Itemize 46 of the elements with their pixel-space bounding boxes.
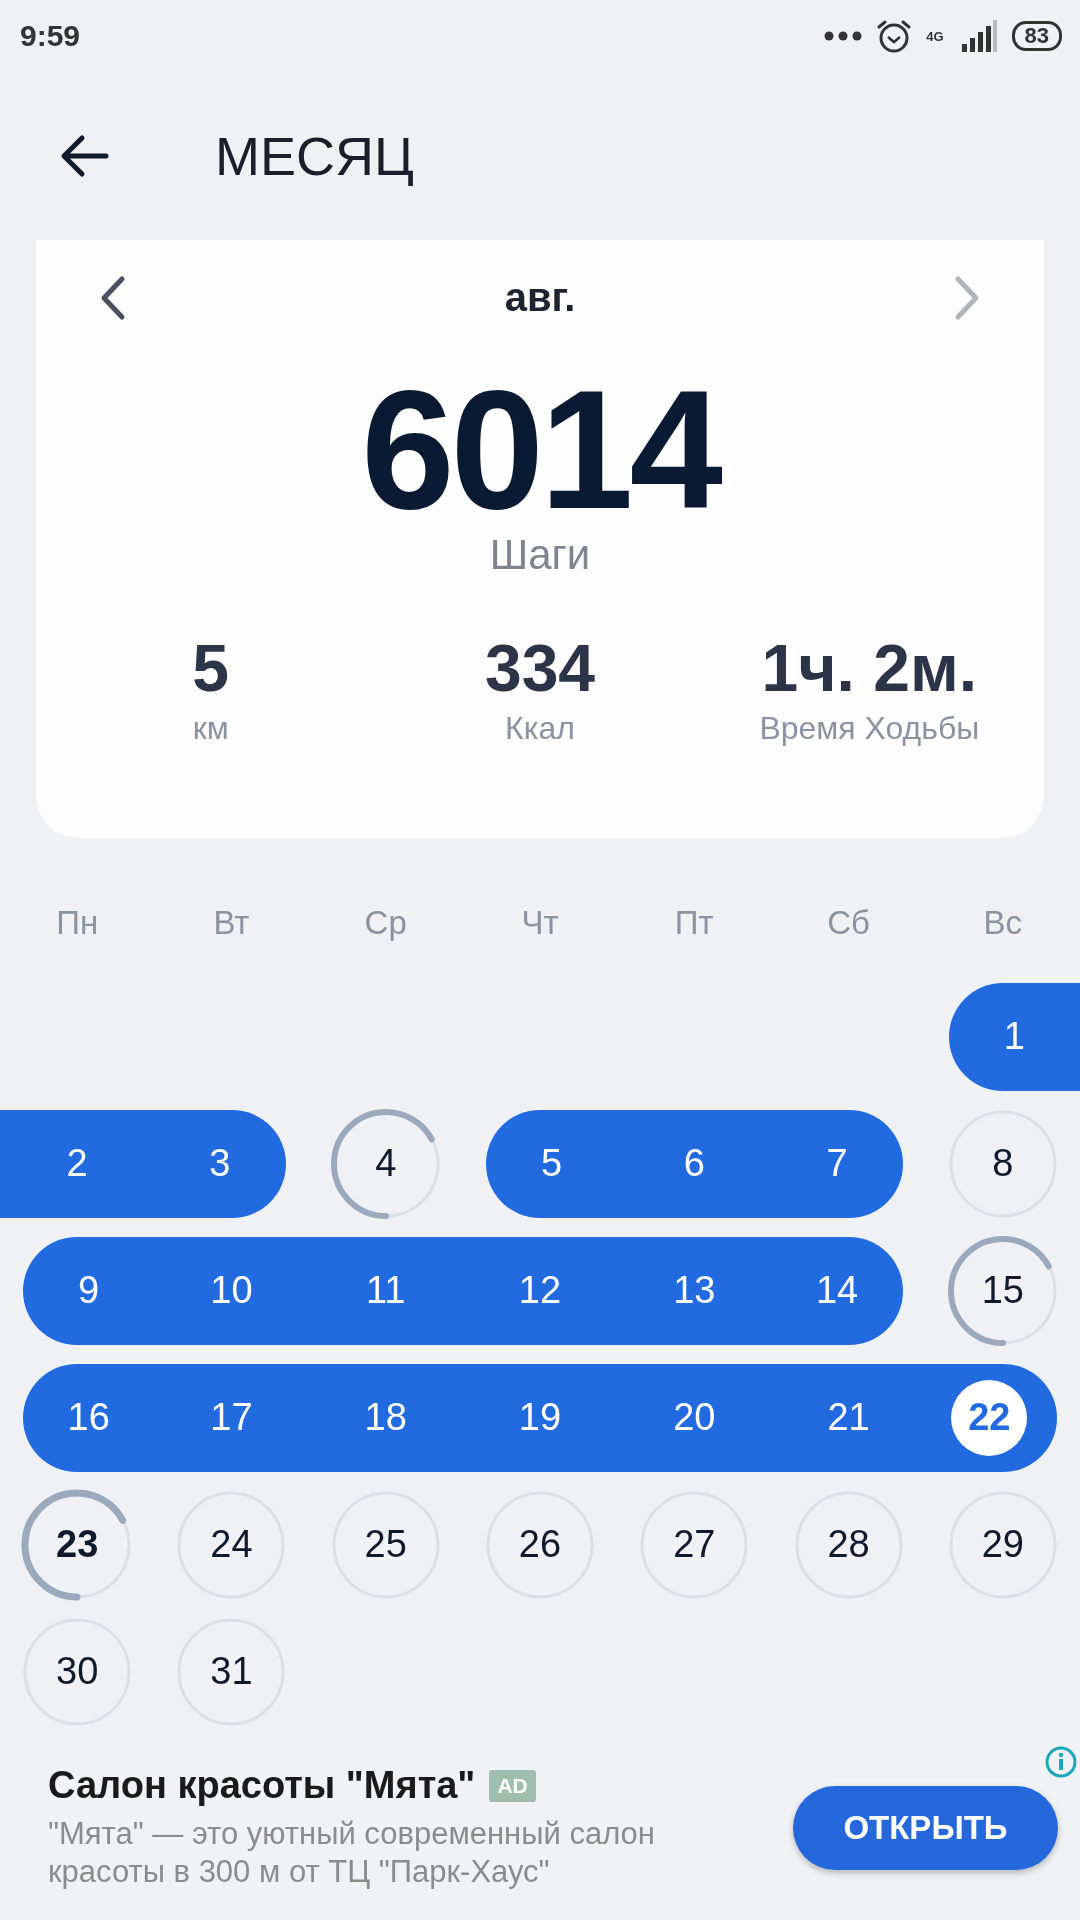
weekday-label: Вс	[983, 903, 1023, 943]
status-time: 9:59	[20, 19, 81, 53]
weekday-label: Чт	[521, 903, 559, 943]
weekday-label: Пн	[56, 903, 99, 943]
calendar-day[interactable]: 1	[948, 982, 1080, 1091]
calendar-day[interactable]: 16	[23, 1363, 155, 1472]
network-type: 4G	[926, 28, 944, 44]
weekday-label: Вт	[213, 903, 250, 943]
weekday-label: Сб	[827, 903, 870, 943]
more-icon	[824, 31, 863, 41]
calendar-day[interactable]: 4	[329, 1107, 442, 1220]
calendar-day[interactable]: 17	[154, 1363, 309, 1472]
calendar-day[interactable]: 9	[23, 1236, 155, 1345]
stat-label: Время Ходьбы	[759, 709, 980, 748]
calendar-day[interactable]: 19	[462, 1363, 618, 1472]
calendar-day[interactable]: 12	[462, 1236, 618, 1345]
calendar-day[interactable]: 6	[617, 1109, 772, 1218]
calendar-day[interactable]: 7	[771, 1109, 903, 1218]
calendar-day[interactable]: 3	[154, 1109, 286, 1218]
stat-value: 1ч. 2м.	[761, 630, 978, 706]
calendar-day[interactable]: 10	[154, 1236, 309, 1345]
info-icon[interactable]	[1044, 1745, 1078, 1779]
weekday-label: Ср	[364, 903, 407, 943]
battery-level: 83	[1011, 21, 1062, 51]
calendar-day[interactable]: 22	[925, 1363, 1057, 1472]
stat-value: 5	[192, 630, 229, 706]
calendar-day[interactable]: 11	[308, 1236, 463, 1345]
ad-description: "Мята" — это уютный современный салон красоты в 300 м от ТЦ "Парк-Хаус"	[48, 1815, 656, 1891]
stat-label: км	[192, 709, 229, 748]
stat-value: 334	[484, 630, 596, 706]
calendar-day[interactable]: 15	[946, 1234, 1059, 1347]
calendar-day[interactable]: 20	[617, 1363, 772, 1472]
month-label: авг.	[504, 275, 576, 320]
page-title: МЕСЯЦ	[215, 125, 414, 187]
stat-label: Ккал	[505, 709, 575, 748]
calendar-day[interactable]: 14	[771, 1236, 903, 1345]
alarm-icon	[876, 18, 913, 54]
ad-title: Салон красоты "Мята"	[48, 1764, 476, 1807]
calendar-day[interactable]: 13	[617, 1236, 772, 1345]
calendar-day[interactable]: 18	[308, 1363, 463, 1472]
open-button[interactable]: ОТКРЫТЬ	[793, 1785, 1058, 1870]
weekday-label: Пт	[674, 903, 714, 943]
ad-badge: AD	[489, 1769, 536, 1802]
calendar-day[interactable]: 21	[771, 1363, 926, 1472]
calendar-day[interactable]: 2	[0, 1109, 155, 1218]
calendar-day[interactable]: 5	[485, 1109, 618, 1218]
